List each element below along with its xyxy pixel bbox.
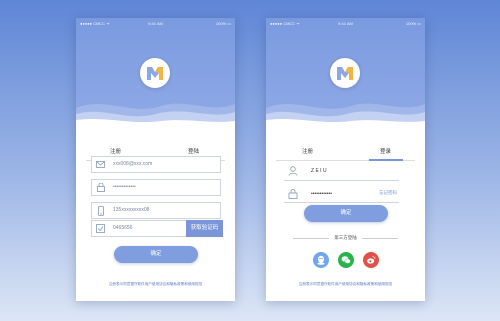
wechat-icon xyxy=(341,256,351,264)
status-bar: ●●●●● CMCC ᯤ 9:41 AM 100% ▭ xyxy=(80,20,231,28)
phone-icon xyxy=(92,203,109,218)
qq-icon xyxy=(317,255,325,265)
wave-decoration xyxy=(266,103,425,126)
username-underline[interactable] xyxy=(284,180,399,181)
clock: 9:41 AM xyxy=(148,21,163,26)
logo-m-icon xyxy=(147,67,163,80)
divider-line-right xyxy=(362,238,398,239)
register-screen: ●●●●● CMCC ᯤ 9:41 AM 100% ▭ 注册 登陆 xxx008… xyxy=(76,18,235,301)
password-underline[interactable] xyxy=(284,202,399,203)
qq-login-button[interactable] xyxy=(313,252,329,268)
app-logo xyxy=(330,58,360,88)
login-screen: ●●●●● CMCC ᯤ 9:41 AM 100% ▭ 注册 登录 Z E I … xyxy=(266,18,425,301)
status-bar: ●●●●● CMCC ᯤ 9:41 AM 100% ▭ xyxy=(270,20,421,28)
phone-value: 135xxxxxxxxx08 xyxy=(113,207,150,213)
auth-tabs: 注册 登录 xyxy=(266,144,425,161)
wechat-login-button[interactable] xyxy=(338,252,354,268)
agreement-link[interactable]: 注册表示同意遵守软件用户使用协议和隐私政策和使用规范 xyxy=(76,282,235,287)
envelope-icon xyxy=(92,157,109,172)
tab-active-indicator xyxy=(369,159,403,161)
password-value: •••••••••••• xyxy=(311,191,333,197)
tab-login[interactable]: 登陆 xyxy=(188,147,199,155)
user-icon xyxy=(288,166,298,176)
password-value: ••••••••••••• xyxy=(113,184,136,190)
get-code-button[interactable]: 获取验证码 xyxy=(186,220,223,237)
weibo-icon xyxy=(367,256,376,264)
forgot-password-link[interactable]: 忘记密码 xyxy=(379,190,397,196)
tab-register[interactable]: 注册 xyxy=(302,147,313,155)
agreement-link[interactable]: 注册表示同意遵守软件用户使用协议和隐私政策和使用规范 xyxy=(266,282,425,287)
battery-indicator: 100% ▭ xyxy=(405,21,421,26)
username-value: Z E I U xyxy=(311,168,327,174)
wave-decoration xyxy=(76,103,235,126)
password-field[interactable]: ••••••••••••• xyxy=(91,179,221,196)
sms-code-value: 0465656 xyxy=(113,225,133,231)
phone-field[interactable]: 135xxxxxxxxx08 xyxy=(91,202,221,219)
tab-login[interactable]: 登录 xyxy=(380,147,391,155)
clock: 9:41 AM xyxy=(338,21,353,26)
email-value: xxx008@xxx.com xyxy=(113,161,153,167)
submit-button[interactable]: 确定 xyxy=(114,246,198,263)
battery-indicator: 100% ▭ xyxy=(215,21,231,26)
login-button[interactable]: 确定 xyxy=(304,205,388,222)
app-logo xyxy=(140,58,170,88)
sms-code-icon xyxy=(92,221,109,236)
logo-m-icon xyxy=(337,67,353,80)
weibo-login-button[interactable] xyxy=(363,252,379,268)
tab-register[interactable]: 注册 xyxy=(110,147,121,155)
lock-icon xyxy=(92,180,109,195)
third-party-label: 第三方登陆 xyxy=(334,235,357,240)
lock-icon xyxy=(288,189,298,199)
sms-code-field[interactable]: 0465656 获取验证码 xyxy=(91,220,223,237)
email-field[interactable]: xxx008@xxx.com xyxy=(91,156,221,173)
